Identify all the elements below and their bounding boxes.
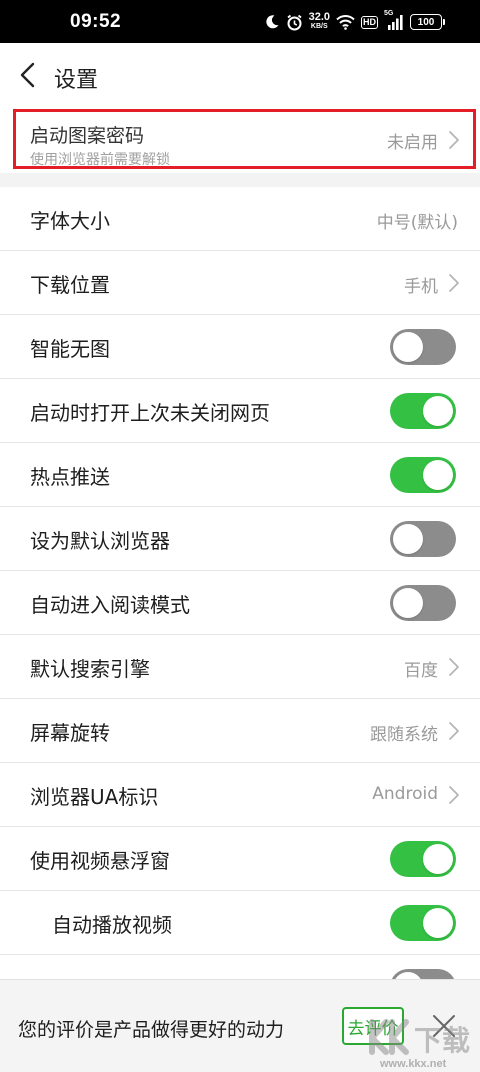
settings-row[interactable]: 智能无图 <box>0 315 480 379</box>
section-divider <box>0 173 480 187</box>
toggle-switch-off[interactable] <box>390 329 456 365</box>
settings-row-value: 百度 <box>404 661 438 681</box>
settings-row[interactable]: 默认搜索引擎 百度 <box>0 635 480 699</box>
settings-row-label: 设为默认浏览器 <box>30 529 170 553</box>
settings-row[interactable]: 自动播放视频 <box>0 891 480 955</box>
toggle-knob <box>393 332 423 362</box>
toggle-knob <box>423 844 453 874</box>
chevron-right-icon <box>449 658 459 676</box>
chevron-right-icon <box>449 131 459 149</box>
toggle-switch-on[interactable] <box>390 841 456 877</box>
battery-level: 100 <box>417 16 435 28</box>
chevron-right-icon <box>449 274 459 292</box>
toggle-knob <box>423 460 453 490</box>
settings-row[interactable]: 下载位置 手机 <box>0 251 480 315</box>
settings-row[interactable]: 热点推送 <box>0 443 480 507</box>
wifi-icon <box>336 14 355 30</box>
settings-row-label: 下载位置 <box>30 273 110 297</box>
pattern-password-value: 未启用 <box>387 133 438 153</box>
net-speed: 32.0 KB/S <box>308 11 330 31</box>
settings-row-label: 智能无图 <box>30 337 110 361</box>
chevron-right-icon <box>449 722 459 740</box>
back-icon[interactable] <box>16 61 40 89</box>
settings-list: 字体大小 中号(默认) 下载位置 手机智能无图启动时打开上次未关闭网页 热点推送设为默认… <box>0 187 480 1019</box>
toggle-knob <box>423 396 453 426</box>
chevron-right-icon <box>449 786 459 804</box>
settings-row[interactable]: 设为默认浏览器 <box>0 507 480 571</box>
status-time: 09:52 <box>70 11 122 32</box>
settings-row-value: 中号(默认) <box>376 213 458 233</box>
toggle-knob <box>393 524 423 554</box>
settings-row-label: 热点推送 <box>30 465 110 489</box>
settings-row-label: 启动时打开上次未关闭网页 <box>30 401 270 425</box>
toggle-switch-on[interactable] <box>390 905 456 941</box>
toggle-switch-off[interactable] <box>390 585 456 621</box>
net-speed-unit: KB/S <box>310 23 328 30</box>
settings-row-label: 屏幕旋转 <box>30 721 110 745</box>
pattern-password-subtitle: 使用浏览器前需要解锁 <box>30 152 170 168</box>
settings-row-label: 自动播放视频 <box>52 913 172 937</box>
page-title: 设置 <box>54 68 99 93</box>
settings-row[interactable]: 自动进入阅读模式 <box>0 571 480 635</box>
status-bar: 09:52 32.0 KB/S HD 5G 100 <box>0 0 480 43</box>
hd-icon: HD <box>361 15 378 29</box>
settings-row-label: 字体大小 <box>30 209 110 233</box>
settings-row-label: 默认搜索引擎 <box>30 657 150 681</box>
settings-row[interactable]: 使用视频悬浮窗 <box>0 827 480 891</box>
settings-row-label: 浏览器UA标识 <box>30 785 159 809</box>
signal-label: 5G <box>384 10 394 17</box>
pattern-password-row[interactable]: 启动图案密码 使用浏览器前需要解锁 未启用 <box>0 107 480 173</box>
toggle-knob <box>393 588 423 618</box>
header: 设置 <box>0 43 480 107</box>
rate-button[interactable]: 去评价 <box>342 1007 404 1045</box>
toggle-knob <box>423 908 453 938</box>
settings-row[interactable]: 浏览器UA标识 Android <box>0 763 480 827</box>
signal-icon: 5G <box>384 10 404 30</box>
settings-row[interactable]: 字体大小 中号(默认) <box>0 187 480 251</box>
settings-row-label: 使用视频悬浮窗 <box>30 849 170 873</box>
settings-row-value: 手机 <box>404 277 438 297</box>
net-speed-value: 32.0 <box>308 11 330 23</box>
rating-prompt-text: 您的评价是产品做得更好的动力 <box>18 1019 285 1041</box>
status-icons: 32.0 KB/S HD 5G 100 <box>264 10 445 32</box>
pattern-password-title: 启动图案密码 <box>30 125 145 147</box>
settings-row-value: 跟随系统 <box>370 725 438 745</box>
toggle-switch-on[interactable] <box>390 393 456 429</box>
close-icon[interactable] <box>430 1012 458 1040</box>
settings-row-label: 自动进入阅读模式 <box>30 593 190 617</box>
settings-row[interactable]: 屏幕旋转 跟随系统 <box>0 699 480 763</box>
toggle-switch-on[interactable] <box>390 457 456 493</box>
settings-row[interactable]: 启动时打开上次未关闭网页 <box>0 379 480 443</box>
battery-icon: 100 <box>410 14 445 30</box>
rating-banner: 您的评价是产品做得更好的动力 去评价 <box>0 979 480 1072</box>
moon-icon <box>264 14 280 30</box>
settings-row-value: Android <box>372 784 438 804</box>
toggle-switch-off[interactable] <box>390 521 456 557</box>
alarm-icon <box>286 14 303 31</box>
